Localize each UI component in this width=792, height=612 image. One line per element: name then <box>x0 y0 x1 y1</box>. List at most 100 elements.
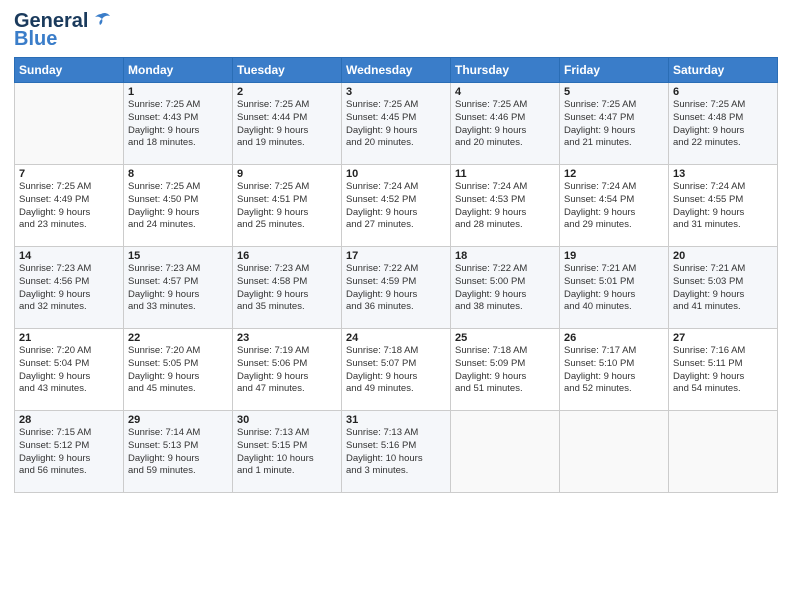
calendar-cell: 8Sunrise: 7:25 AMSunset: 4:50 PMDaylight… <box>124 165 233 247</box>
calendar-container: General Blue SundayMondayTuesdayWednesda… <box>0 0 792 503</box>
day-number: 5 <box>564 86 664 98</box>
day-number: 9 <box>237 168 337 180</box>
calendar-cell: 20Sunrise: 7:21 AMSunset: 5:03 PMDayligh… <box>669 247 778 329</box>
day-info: Sunrise: 7:23 AMSunset: 4:58 PMDaylight:… <box>237 263 337 314</box>
logo: General Blue <box>14 10 112 51</box>
calendar-cell: 4Sunrise: 7:25 AMSunset: 4:46 PMDaylight… <box>451 83 560 165</box>
header-area: General Blue <box>14 10 778 51</box>
day-number: 7 <box>19 168 119 180</box>
calendar-cell: 9Sunrise: 7:25 AMSunset: 4:51 PMDaylight… <box>233 165 342 247</box>
day-info: Sunrise: 7:21 AMSunset: 5:03 PMDaylight:… <box>673 263 773 314</box>
calendar-cell: 18Sunrise: 7:22 AMSunset: 5:00 PMDayligh… <box>451 247 560 329</box>
week-row-2: 7Sunrise: 7:25 AMSunset: 4:49 PMDaylight… <box>15 165 778 247</box>
day-info: Sunrise: 7:25 AMSunset: 4:44 PMDaylight:… <box>237 99 337 150</box>
day-number: 21 <box>19 332 119 344</box>
calendar-cell <box>669 411 778 493</box>
calendar-cell: 28Sunrise: 7:15 AMSunset: 5:12 PMDayligh… <box>15 411 124 493</box>
calendar-cell: 7Sunrise: 7:25 AMSunset: 4:49 PMDaylight… <box>15 165 124 247</box>
calendar-cell: 22Sunrise: 7:20 AMSunset: 5:05 PMDayligh… <box>124 329 233 411</box>
calendar-cell: 23Sunrise: 7:19 AMSunset: 5:06 PMDayligh… <box>233 329 342 411</box>
day-number: 20 <box>673 250 773 262</box>
day-number: 22 <box>128 332 228 344</box>
calendar-cell: 3Sunrise: 7:25 AMSunset: 4:45 PMDaylight… <box>342 83 451 165</box>
calendar-table: SundayMondayTuesdayWednesdayThursdayFrid… <box>14 57 778 493</box>
calendar-cell: 30Sunrise: 7:13 AMSunset: 5:15 PMDayligh… <box>233 411 342 493</box>
calendar-cell <box>15 83 124 165</box>
calendar-cell: 29Sunrise: 7:14 AMSunset: 5:13 PMDayligh… <box>124 411 233 493</box>
day-number: 17 <box>346 250 446 262</box>
day-info: Sunrise: 7:16 AMSunset: 5:11 PMDaylight:… <box>673 345 773 396</box>
calendar-cell: 27Sunrise: 7:16 AMSunset: 5:11 PMDayligh… <box>669 329 778 411</box>
day-info: Sunrise: 7:25 AMSunset: 4:51 PMDaylight:… <box>237 181 337 232</box>
calendar-cell: 13Sunrise: 7:24 AMSunset: 4:55 PMDayligh… <box>669 165 778 247</box>
day-number: 24 <box>346 332 446 344</box>
day-info: Sunrise: 7:18 AMSunset: 5:07 PMDaylight:… <box>346 345 446 396</box>
calendar-cell: 31Sunrise: 7:13 AMSunset: 5:16 PMDayligh… <box>342 411 451 493</box>
day-info: Sunrise: 7:22 AMSunset: 5:00 PMDaylight:… <box>455 263 555 314</box>
day-info: Sunrise: 7:24 AMSunset: 4:53 PMDaylight:… <box>455 181 555 232</box>
logo-blue: Blue <box>14 28 57 51</box>
week-row-1: 1Sunrise: 7:25 AMSunset: 4:43 PMDaylight… <box>15 83 778 165</box>
logo-bird-icon <box>90 10 112 32</box>
day-info: Sunrise: 7:25 AMSunset: 4:50 PMDaylight:… <box>128 181 228 232</box>
day-number: 10 <box>346 168 446 180</box>
day-info: Sunrise: 7:22 AMSunset: 4:59 PMDaylight:… <box>346 263 446 314</box>
day-number: 19 <box>564 250 664 262</box>
day-info: Sunrise: 7:18 AMSunset: 5:09 PMDaylight:… <box>455 345 555 396</box>
day-info: Sunrise: 7:24 AMSunset: 4:55 PMDaylight:… <box>673 181 773 232</box>
calendar-cell: 12Sunrise: 7:24 AMSunset: 4:54 PMDayligh… <box>560 165 669 247</box>
day-header-tuesday: Tuesday <box>233 58 342 83</box>
day-number: 31 <box>346 414 446 426</box>
calendar-cell: 2Sunrise: 7:25 AMSunset: 4:44 PMDaylight… <box>233 83 342 165</box>
day-info: Sunrise: 7:20 AMSunset: 5:05 PMDaylight:… <box>128 345 228 396</box>
day-number: 29 <box>128 414 228 426</box>
day-info: Sunrise: 7:25 AMSunset: 4:43 PMDaylight:… <box>128 99 228 150</box>
calendar-cell: 15Sunrise: 7:23 AMSunset: 4:57 PMDayligh… <box>124 247 233 329</box>
calendar-cell: 11Sunrise: 7:24 AMSunset: 4:53 PMDayligh… <box>451 165 560 247</box>
day-header-saturday: Saturday <box>669 58 778 83</box>
header-row: SundayMondayTuesdayWednesdayThursdayFrid… <box>15 58 778 83</box>
day-number: 6 <box>673 86 773 98</box>
day-number: 23 <box>237 332 337 344</box>
day-info: Sunrise: 7:25 AMSunset: 4:49 PMDaylight:… <box>19 181 119 232</box>
day-info: Sunrise: 7:23 AMSunset: 4:57 PMDaylight:… <box>128 263 228 314</box>
calendar-cell <box>560 411 669 493</box>
day-number: 12 <box>564 168 664 180</box>
day-header-friday: Friday <box>560 58 669 83</box>
day-number: 25 <box>455 332 555 344</box>
day-number: 28 <box>19 414 119 426</box>
week-row-5: 28Sunrise: 7:15 AMSunset: 5:12 PMDayligh… <box>15 411 778 493</box>
day-number: 3 <box>346 86 446 98</box>
day-info: Sunrise: 7:23 AMSunset: 4:56 PMDaylight:… <box>19 263 119 314</box>
day-info: Sunrise: 7:25 AMSunset: 4:47 PMDaylight:… <box>564 99 664 150</box>
calendar-cell: 10Sunrise: 7:24 AMSunset: 4:52 PMDayligh… <box>342 165 451 247</box>
day-number: 11 <box>455 168 555 180</box>
week-row-4: 21Sunrise: 7:20 AMSunset: 5:04 PMDayligh… <box>15 329 778 411</box>
day-info: Sunrise: 7:20 AMSunset: 5:04 PMDaylight:… <box>19 345 119 396</box>
day-info: Sunrise: 7:17 AMSunset: 5:10 PMDaylight:… <box>564 345 664 396</box>
day-number: 16 <box>237 250 337 262</box>
calendar-cell <box>451 411 560 493</box>
day-header-thursday: Thursday <box>451 58 560 83</box>
calendar-cell: 16Sunrise: 7:23 AMSunset: 4:58 PMDayligh… <box>233 247 342 329</box>
day-number: 27 <box>673 332 773 344</box>
calendar-cell: 21Sunrise: 7:20 AMSunset: 5:04 PMDayligh… <box>15 329 124 411</box>
week-row-3: 14Sunrise: 7:23 AMSunset: 4:56 PMDayligh… <box>15 247 778 329</box>
day-header-wednesday: Wednesday <box>342 58 451 83</box>
day-info: Sunrise: 7:25 AMSunset: 4:45 PMDaylight:… <box>346 99 446 150</box>
day-info: Sunrise: 7:19 AMSunset: 5:06 PMDaylight:… <box>237 345 337 396</box>
day-info: Sunrise: 7:24 AMSunset: 4:54 PMDaylight:… <box>564 181 664 232</box>
day-header-monday: Monday <box>124 58 233 83</box>
day-number: 1 <box>128 86 228 98</box>
day-number: 15 <box>128 250 228 262</box>
calendar-cell: 26Sunrise: 7:17 AMSunset: 5:10 PMDayligh… <box>560 329 669 411</box>
day-info: Sunrise: 7:14 AMSunset: 5:13 PMDaylight:… <box>128 427 228 478</box>
day-header-sunday: Sunday <box>15 58 124 83</box>
day-info: Sunrise: 7:13 AMSunset: 5:15 PMDaylight:… <box>237 427 337 478</box>
calendar-cell: 14Sunrise: 7:23 AMSunset: 4:56 PMDayligh… <box>15 247 124 329</box>
day-number: 2 <box>237 86 337 98</box>
day-info: Sunrise: 7:13 AMSunset: 5:16 PMDaylight:… <box>346 427 446 478</box>
calendar-cell: 6Sunrise: 7:25 AMSunset: 4:48 PMDaylight… <box>669 83 778 165</box>
day-number: 18 <box>455 250 555 262</box>
day-number: 8 <box>128 168 228 180</box>
